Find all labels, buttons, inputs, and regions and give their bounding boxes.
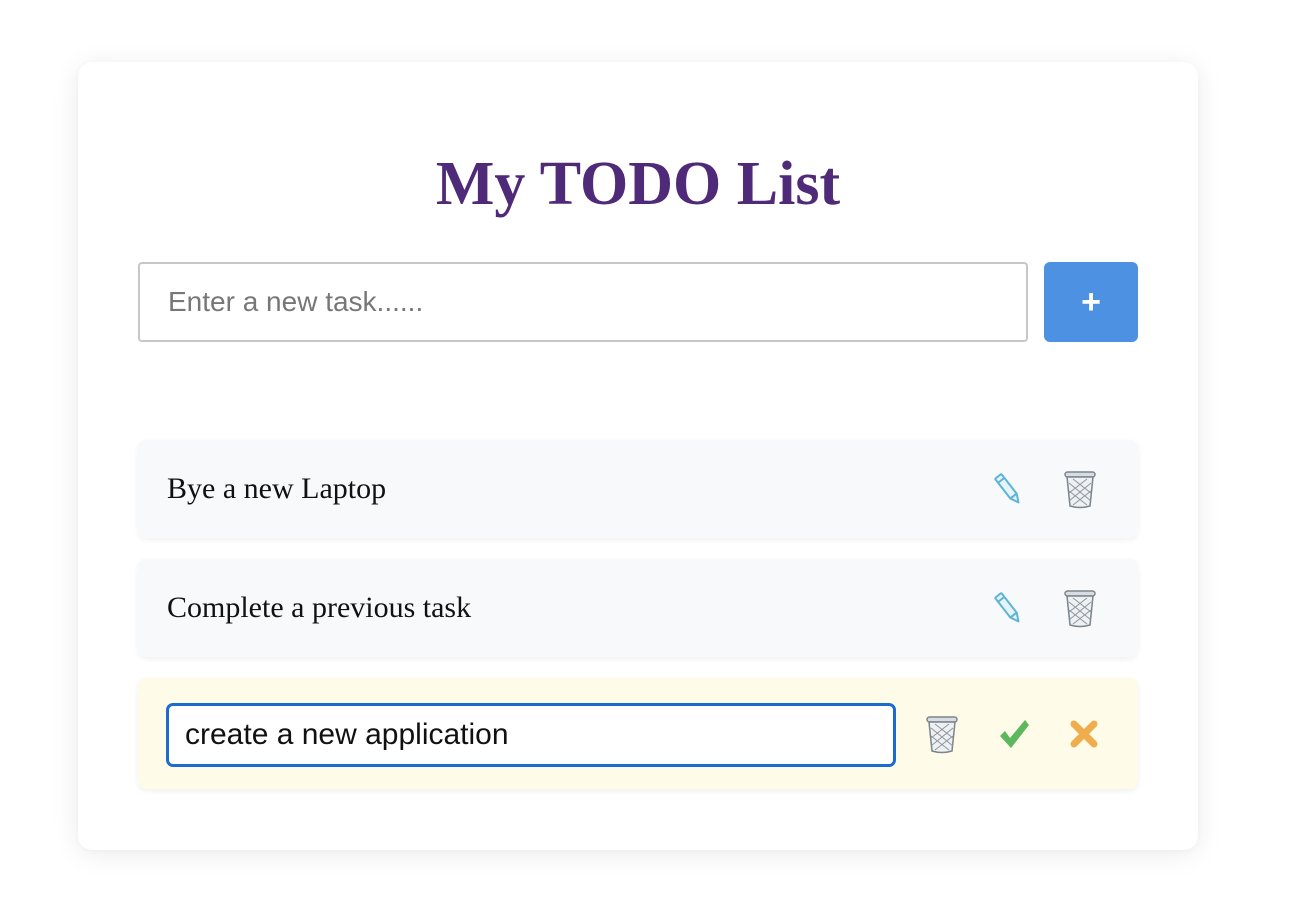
delete-task-button[interactable] (1060, 469, 1100, 509)
pencil-icon (994, 473, 1020, 504)
delete-task-button[interactable] (922, 714, 962, 754)
page-title: My TODO List (435, 150, 841, 218)
new-task-input[interactable] (138, 262, 1028, 342)
task-text: Complete a previous task (167, 591, 472, 624)
edit-task-input[interactable] (166, 703, 896, 767)
edit-task-button[interactable] (988, 469, 1028, 509)
task-list: Bye a new Laptop Complete a previous tas… (138, 440, 1138, 810)
trash-icon (1064, 590, 1096, 628)
edit-task-button[interactable] (988, 588, 1028, 628)
delete-task-button[interactable] (1060, 588, 1100, 628)
check-icon (1000, 720, 1029, 748)
trash-icon (926, 716, 958, 754)
pencil-icon (994, 592, 1020, 623)
task-item: Complete a previous task (138, 559, 1138, 657)
task-item: Bye a new Laptop (138, 440, 1138, 538)
add-task-button[interactable]: + (1044, 262, 1138, 342)
task-item-editing (138, 678, 1138, 789)
todo-card: My TODO List + Bye a new Laptop (78, 62, 1198, 850)
save-edit-button[interactable] (994, 714, 1034, 754)
cross-icon (1070, 720, 1098, 748)
trash-icon (1064, 471, 1096, 509)
new-task-row: + (138, 262, 1138, 342)
task-text: Bye a new Laptop (167, 472, 387, 505)
cancel-edit-button[interactable] (1064, 714, 1104, 754)
